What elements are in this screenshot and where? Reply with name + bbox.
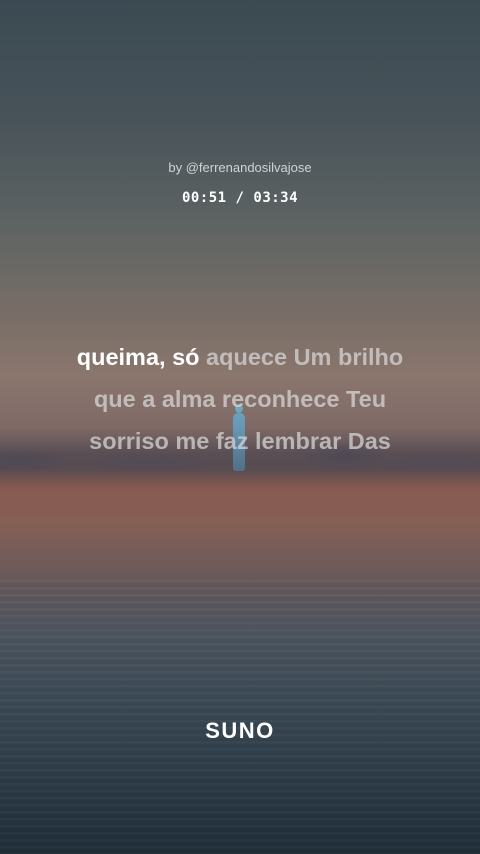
lyric-line-2: que a alma reconhece Teu — [93, 386, 387, 412]
artist-byline[interactable]: by @ferrenandosilvajose — [0, 160, 480, 175]
lyrics-block: queima, só aquece Um brilho que a alma r… — [20, 336, 460, 462]
total-duration: 03:34 — [253, 190, 299, 206]
water-ripples — [0, 580, 480, 854]
lyric-line-3: sorriso me faz lembrar Das — [89, 428, 391, 454]
lyric-upcoming-segment: aquece Um brilho — [206, 344, 404, 370]
playback-time: 00:51 / 03:34 — [0, 190, 480, 206]
lyric-sung-segment: queima, só — [76, 344, 200, 370]
elapsed-time: 00:51 — [181, 190, 227, 206]
time-separator: / — [226, 190, 254, 206]
lyric-line-1: queima, só aquece Um brilho — [20, 336, 460, 378]
suno-logo[interactable]: SUNO — [0, 718, 480, 744]
